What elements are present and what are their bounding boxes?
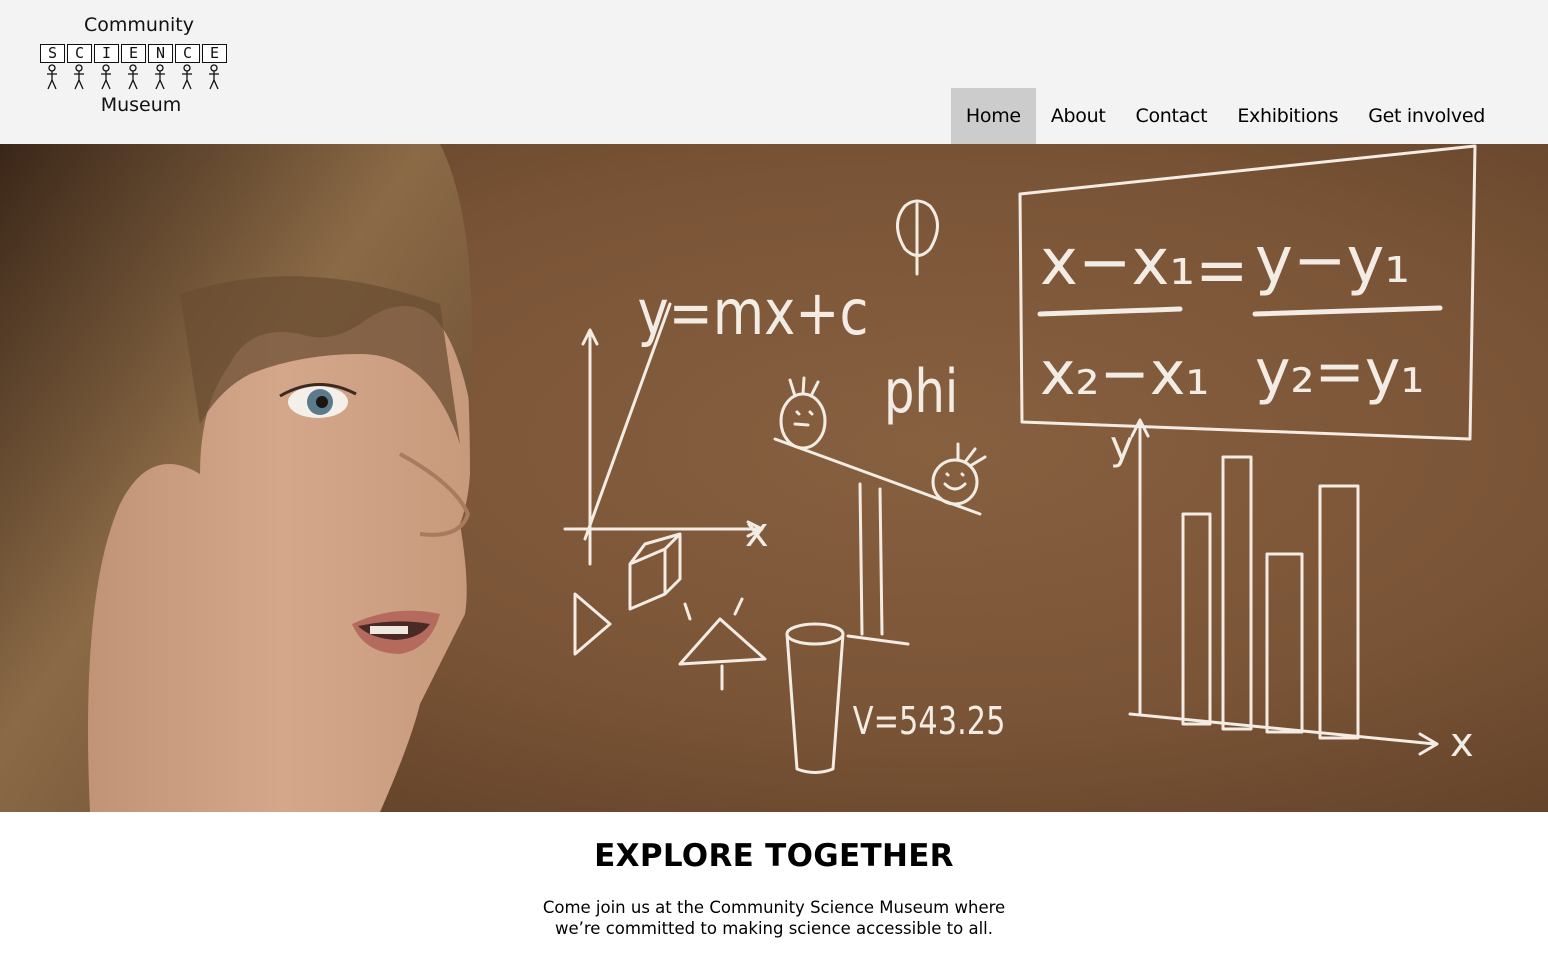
logo-letter: C bbox=[67, 44, 92, 63]
chalk-formula-equals: = bbox=[1195, 234, 1249, 308]
nav-contact[interactable]: Contact bbox=[1121, 88, 1223, 144]
logo-letter: I bbox=[94, 44, 119, 63]
nav-exhibitions[interactable]: Exhibitions bbox=[1222, 88, 1353, 144]
logo-top-text: Community bbox=[84, 14, 194, 36]
logo-bottom-text: Museum bbox=[100, 94, 182, 116]
chalk-formula-left-top: x−x₁ bbox=[1040, 226, 1195, 300]
intro-text: Come join us at the Community Science Mu… bbox=[542, 898, 1006, 938]
main-nav: Home About Contact Exhibitions Get invol… bbox=[950, 88, 1500, 144]
chalk-axis-x-left: x bbox=[745, 510, 769, 556]
girl-portrait bbox=[0, 144, 472, 812]
chalk-equation: y=mx+c bbox=[638, 277, 869, 349]
chalk-volume: V=543.25 bbox=[853, 700, 1006, 744]
stick-figures-icon bbox=[47, 64, 219, 90]
page-heading: EXPLORE TOGETHER bbox=[594, 838, 954, 874]
site-header: Community S C I E N C E Museum Home Abou… bbox=[0, 0, 1548, 144]
hero-illustration: y=mx+c phi V=543.25 x x y x−x₁ x₂−x₁ = y… bbox=[0, 144, 1548, 812]
chalk-formula-right-top: y−y₁ bbox=[1255, 224, 1410, 298]
chalk-axis-y-right: y bbox=[1110, 423, 1134, 469]
chalk-phi-word: phi bbox=[884, 357, 958, 427]
nav-home[interactable]: Home bbox=[950, 88, 1036, 144]
logo-letter: E bbox=[202, 44, 227, 63]
logo-letter: N bbox=[148, 44, 173, 63]
logo-letter: C bbox=[175, 44, 200, 63]
logo-letter-boxes: S C I E N C E bbox=[40, 44, 229, 63]
logo-letter: S bbox=[40, 44, 65, 63]
chalk-formula-right-bottom: y₂=y₁ bbox=[1255, 337, 1424, 407]
hero-image: y=mx+c phi V=543.25 x x y x−x₁ x₂−x₁ = y… bbox=[0, 144, 1548, 812]
main-content: EXPLORE TOGETHER Come join us at the Com… bbox=[0, 812, 1548, 964]
chalk-axis-x-right: x bbox=[1450, 720, 1474, 766]
logo-letter: E bbox=[121, 44, 146, 63]
nav-get-involved[interactable]: Get involved bbox=[1353, 88, 1500, 144]
logo-link[interactable]: Community S C I E N C E Museum bbox=[36, 12, 246, 122]
nav-about[interactable]: About bbox=[1036, 88, 1121, 144]
chalk-formula-left-bottom: x₂−x₁ bbox=[1040, 339, 1209, 409]
